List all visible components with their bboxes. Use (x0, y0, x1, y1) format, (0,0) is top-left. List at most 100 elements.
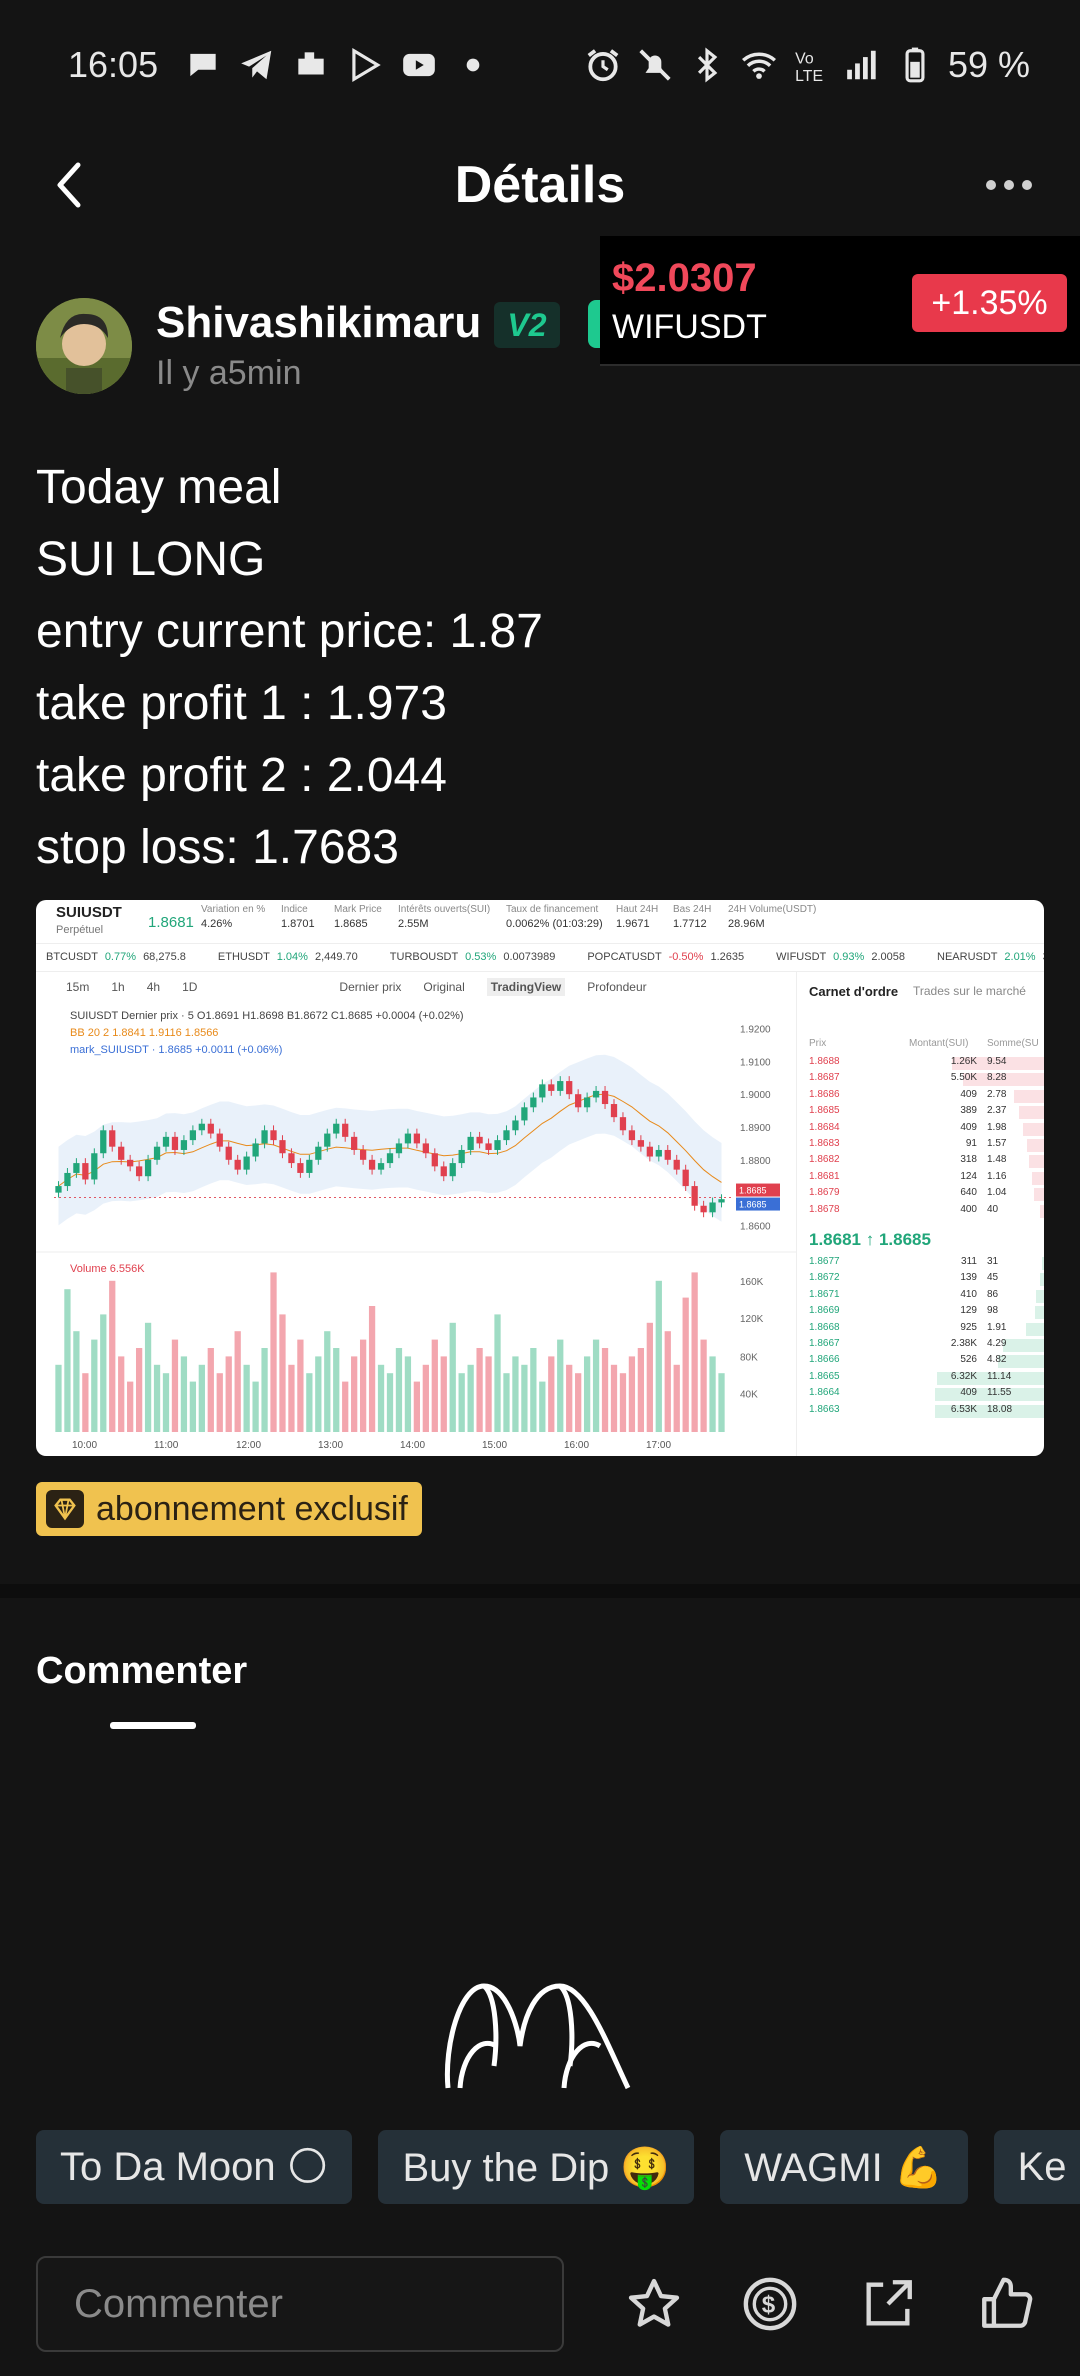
candle-body (601, 1090, 609, 1105)
candle-body (118, 1146, 125, 1160)
volume-bar (485, 1356, 492, 1432)
orderbook-price: 1.8663 (809, 1403, 840, 1415)
candle-body (315, 1146, 322, 1160)
coin-icon[interactable]: $ (738, 2272, 802, 2336)
exclusive-subscription-tag[interactable]: abonnement exclusif (36, 1482, 422, 1536)
volume-bar (243, 1364, 250, 1432)
y-tick-label: 1.9100 (740, 1057, 771, 1068)
candle-body (207, 1123, 214, 1134)
back-button[interactable] (40, 155, 100, 215)
share-icon[interactable] (856, 2272, 920, 2336)
candle-body (395, 1143, 403, 1154)
volume-bar (655, 1280, 662, 1432)
chart-header: SUIUSDT Perpétuel 1.8681 Variation en % 4… (36, 900, 1044, 944)
comment-input[interactable]: Commenter (36, 2256, 564, 2352)
volume-bar (530, 1348, 537, 1432)
orderbook-amount: 640 (960, 1187, 977, 1199)
y-tick-label: 1.9000 (740, 1090, 771, 1101)
orderbook-amount: 526 (960, 1354, 977, 1366)
orderbook-row: 1.8687 5.50K 8.28 (797, 1072, 1044, 1087)
tab-active-indicator (110, 1722, 196, 1729)
volume-bar (144, 1322, 152, 1432)
depth-bar (1026, 1322, 1044, 1336)
y-tick-label: 1.8600 (740, 1221, 771, 1232)
orderbook-amount: 91 (965, 1138, 977, 1149)
orderbook-price: 1.8664 (809, 1387, 840, 1399)
like-icon[interactable] (974, 2272, 1038, 2336)
volume-bar (395, 1348, 403, 1432)
reaction-chip[interactable]: To Da Moon 🌕 (36, 2130, 353, 2204)
chart-stat: Variation en % 4.26% (201, 904, 266, 930)
reaction-chip[interactable]: Ke (993, 2130, 1080, 2204)
depth-bar (1018, 1106, 1044, 1120)
volume-bar (127, 1381, 134, 1432)
post-line: stop loss: 1.7683 (36, 821, 399, 874)
volte-icon: Vo LTE (792, 46, 830, 84)
candle-body (512, 1120, 519, 1131)
volume-bar (351, 1356, 358, 1432)
orderbook-col: Montant(SUI) (909, 1038, 969, 1049)
orderbook-price: 1.8685 (809, 1105, 840, 1117)
wifi-icon (740, 46, 778, 84)
orderbook-sum: 9.54 (987, 1056, 1007, 1067)
candle-body (261, 1130, 268, 1144)
orderbook-amount: 925 (960, 1321, 977, 1333)
avatar[interactable] (36, 298, 132, 394)
reaction-chip[interactable]: Buy the Dip 🤑 (378, 2130, 695, 2204)
post-chart-image[interactable]: SUIUSDT Perpétuel 1.8681 Variation en % 4… (36, 900, 1044, 1456)
candle-body (144, 1159, 152, 1177)
candle-body (530, 1097, 537, 1108)
price-tag-label: 1.8685 (739, 1186, 767, 1196)
orderbook-price: 1.8667 (809, 1338, 840, 1349)
orderbook-sum: 1.48 (987, 1154, 1007, 1166)
x-tick-label: 12:00 (236, 1440, 261, 1451)
chart-legend: SUIUSDT Dernier prix · 5 O1.8691 H1.8698… (70, 1008, 464, 1059)
candle-body (270, 1130, 277, 1141)
volume-bar (261, 1348, 268, 1432)
candle-body (297, 1163, 304, 1173)
author-name[interactable]: Shivashikimaru (156, 298, 481, 348)
volume-bar (539, 1381, 546, 1432)
candle-body (162, 1136, 170, 1147)
price-ticker[interactable]: $2.0307 WIFUSDT +1.35% (600, 236, 1080, 366)
ticker-price: $2.0307 (612, 256, 757, 300)
market-ticker: TURBOUSDT 0.53% 0.0073989 (389, 951, 556, 963)
candle-body (467, 1136, 474, 1150)
depth-bar (1027, 1139, 1044, 1152)
volume-tick-label: 160K (740, 1277, 764, 1288)
orderbook-amount: 5.50K (950, 1072, 977, 1084)
post-body: Today meal SUI LONG entry current price:… (36, 452, 1036, 884)
volume-bar (503, 1373, 510, 1432)
orderbook-row: 1.8677 311 31 (797, 1256, 1044, 1271)
orderbook-sum: 45 (987, 1272, 999, 1284)
candle-body (566, 1081, 573, 1095)
more-options-button[interactable] (974, 155, 1044, 215)
ticker-change: +1.35% (912, 274, 1067, 332)
orderbook-amount: 409 (960, 1387, 977, 1399)
orderbook-sum: 31 (987, 1256, 999, 1267)
x-tick-label: 14:00 (400, 1440, 425, 1451)
orderbook-row: 1.8686 409 2.78 (797, 1089, 1044, 1104)
post-line: entry current price: 1.87 (36, 605, 543, 658)
candle-body (386, 1153, 394, 1164)
candle-body (351, 1136, 358, 1150)
orderbook-row: 1.8688 1.26K 9.54 (797, 1056, 1044, 1071)
candle-body (198, 1123, 205, 1131)
orderbook-amount: 318 (960, 1154, 977, 1166)
volume-bar (458, 1373, 465, 1432)
volume-bar (279, 1314, 286, 1432)
chart-toolbar-item: 1h (111, 980, 125, 994)
x-tick-label: 13:00 (318, 1440, 343, 1451)
signal-icon (844, 46, 882, 84)
volume-bar (431, 1339, 438, 1432)
depth-bar (1023, 1122, 1044, 1136)
depth-bar (1036, 1289, 1044, 1303)
volume-bar (548, 1356, 555, 1432)
chart-toolbar-item: 1D (182, 980, 198, 994)
reaction-chip[interactable]: WAGMI 💪 (720, 2130, 968, 2204)
volume-bar (673, 1364, 680, 1432)
section-divider (0, 1584, 1080, 1598)
tab-comments[interactable]: Commenter (36, 1650, 247, 1693)
candle-body (100, 1130, 107, 1154)
star-icon[interactable] (622, 2272, 686, 2336)
